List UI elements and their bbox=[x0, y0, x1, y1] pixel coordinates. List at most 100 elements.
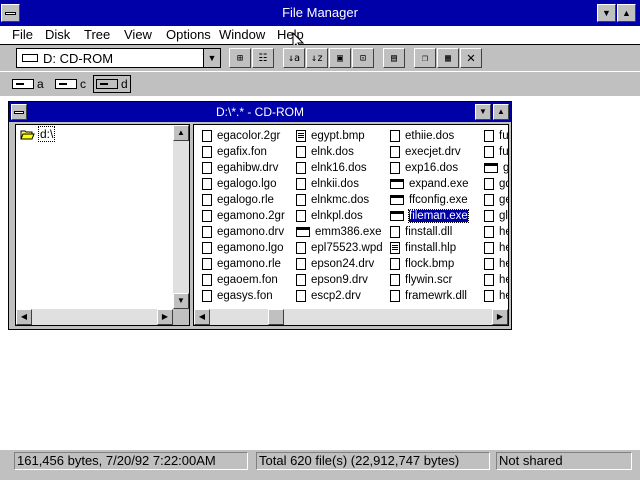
file-item[interactable]: elnk16.dos bbox=[296, 160, 383, 176]
drive-a[interactable]: a bbox=[12, 76, 44, 92]
menu-view[interactable]: View bbox=[124, 27, 152, 42]
copy-button[interactable]: ❐ bbox=[414, 48, 436, 68]
file-name: emm386.exe bbox=[315, 226, 382, 238]
delete-button[interactable]: ✕ bbox=[460, 48, 482, 68]
file-item[interactable]: egahibw.drv bbox=[202, 160, 285, 176]
drive-d[interactable]: d bbox=[93, 75, 131, 93]
file-icon bbox=[202, 210, 212, 222]
move-button[interactable]: ▦ bbox=[437, 48, 459, 68]
file-name: he bbox=[499, 258, 508, 270]
drive-combo[interactable]: D: CD-ROM ▼ bbox=[16, 48, 221, 68]
scroll-left-icon[interactable]: ◀ bbox=[16, 309, 32, 325]
view-name-button[interactable]: ↓a bbox=[283, 48, 305, 68]
file-item[interactable]: elnkii.dos bbox=[296, 176, 383, 192]
file-name: elnkmc.dos bbox=[311, 194, 370, 206]
menu-tree[interactable]: Tree bbox=[84, 27, 110, 42]
file-name: expand.exe bbox=[409, 178, 469, 190]
file-icon bbox=[484, 146, 494, 158]
dropdown-arrow-icon[interactable]: ▼ bbox=[203, 49, 220, 67]
file-item[interactable]: he bbox=[484, 224, 508, 240]
file-item[interactable]: he bbox=[484, 272, 508, 288]
menu-window[interactable]: Window bbox=[219, 27, 265, 42]
sort-name-button[interactable]: ▣ bbox=[329, 48, 351, 68]
file-item[interactable]: ge bbox=[484, 192, 508, 208]
menu-file[interactable]: File bbox=[12, 27, 33, 42]
file-item[interactable]: he bbox=[484, 256, 508, 272]
sort-type-button[interactable]: ⊡ bbox=[352, 48, 374, 68]
disconnect-drive-button[interactable]: ☷ bbox=[252, 48, 274, 68]
file-item[interactable]: egalogo.rle bbox=[202, 192, 285, 208]
scroll-thumb[interactable] bbox=[268, 309, 284, 325]
file-item[interactable]: egamono.2gr bbox=[202, 208, 285, 224]
file-item[interactable]: expand.exe bbox=[390, 176, 468, 192]
file-item[interactable]: flock.bmp bbox=[390, 256, 468, 272]
scroll-right-icon[interactable]: ▶ bbox=[492, 309, 508, 325]
file-item[interactable]: egasys.fon bbox=[202, 288, 285, 304]
file-item[interactable]: egacolor.2gr bbox=[202, 128, 285, 144]
file-icon bbox=[296, 162, 306, 174]
tree-root-item[interactable]: d:\ bbox=[20, 126, 56, 142]
file-name: fileman.exe bbox=[408, 209, 469, 223]
file-item[interactable]: epl75523.wpd bbox=[296, 240, 383, 256]
file-item[interactable]: finstall.dll bbox=[390, 224, 468, 240]
minimize-icon: ▼ bbox=[479, 107, 487, 116]
file-item[interactable]: ethiie.dos bbox=[390, 128, 468, 144]
file-item[interactable]: fuji bbox=[484, 128, 508, 144]
file-item[interactable]: escp2.drv bbox=[296, 288, 383, 304]
new-window-button[interactable]: ▤ bbox=[383, 48, 405, 68]
maximize-button[interactable]: ▲ bbox=[617, 4, 636, 22]
file-item[interactable]: glc bbox=[484, 208, 508, 224]
file-item[interactable]: gd bbox=[484, 176, 508, 192]
file-item[interactable]: egalogo.lgo bbox=[202, 176, 285, 192]
file-item[interactable]: egafix.fon bbox=[202, 144, 285, 160]
file-item[interactable]: he bbox=[484, 240, 508, 256]
file-item[interactable]: elnkpl.dos bbox=[296, 208, 383, 224]
scroll-right-icon[interactable]: ▶ bbox=[157, 309, 173, 325]
drive-letter: a bbox=[37, 77, 44, 91]
file-item[interactable]: fuji bbox=[484, 144, 508, 160]
file-name: execjet.drv bbox=[405, 146, 461, 158]
maximize-icon: ▲ bbox=[497, 107, 505, 116]
file-icon bbox=[202, 290, 212, 302]
file-item[interactable]: emm386.exe bbox=[296, 224, 383, 240]
file-item[interactable]: finstall.hlp bbox=[390, 240, 468, 256]
tree-vertical-scrollbar[interactable]: ▲ ▼ bbox=[173, 125, 189, 309]
scroll-down-icon[interactable]: ▼ bbox=[173, 293, 189, 309]
file-item[interactable]: egamono.drv bbox=[202, 224, 285, 240]
menu-disk[interactable]: Disk bbox=[45, 27, 70, 42]
file-item[interactable]: execjet.drv bbox=[390, 144, 468, 160]
file-item[interactable]: elnkmc.dos bbox=[296, 192, 383, 208]
status-selection: 161,456 bytes, 7/20/92 7:22:00AM bbox=[14, 452, 248, 470]
file-name: epson24.drv bbox=[311, 258, 375, 270]
file-item[interactable]: flywin.scr bbox=[390, 272, 468, 288]
file-item[interactable]: gd bbox=[484, 160, 508, 176]
file-item[interactable]: epson9.drv bbox=[296, 272, 383, 288]
file-name: glc bbox=[499, 210, 508, 222]
child-maximize-button[interactable]: ▲ bbox=[493, 104, 509, 120]
file-item[interactable]: ffconfig.exe bbox=[390, 192, 468, 208]
file-item[interactable]: egamono.rle bbox=[202, 256, 285, 272]
child-minimize-button[interactable]: ▼ bbox=[475, 104, 491, 120]
cdrom-drive-icon bbox=[22, 54, 38, 62]
tree-pane: d:\ ▲ ▼ ◀ ▶ bbox=[15, 124, 190, 326]
view-details-button[interactable]: ↓z bbox=[306, 48, 328, 68]
program-icon bbox=[390, 211, 404, 221]
file-item[interactable]: exp16.dos bbox=[390, 160, 468, 176]
file-item[interactable]: egypt.bmp bbox=[296, 128, 383, 144]
scroll-left-icon[interactable]: ◀ bbox=[194, 309, 210, 325]
drive-c[interactable]: c bbox=[55, 76, 86, 92]
file-item[interactable]: he bbox=[484, 288, 508, 304]
menu-options[interactable]: Options bbox=[166, 27, 211, 42]
document-icon bbox=[296, 130, 306, 142]
file-horizontal-scrollbar[interactable]: ◀ ▶ bbox=[194, 309, 508, 325]
file-item[interactable]: elnk.dos bbox=[296, 144, 383, 160]
file-item[interactable]: egaoem.fon bbox=[202, 272, 285, 288]
file-item[interactable]: egamono.lgo bbox=[202, 240, 285, 256]
scroll-up-icon[interactable]: ▲ bbox=[173, 125, 189, 141]
connect-drive-button[interactable]: ⊞ bbox=[229, 48, 251, 68]
minimize-button[interactable]: ▼ bbox=[597, 4, 616, 22]
tree-horizontal-scrollbar[interactable]: ◀ ▶ bbox=[16, 309, 173, 325]
file-item[interactable]: fileman.exe bbox=[390, 208, 469, 224]
file-item[interactable]: epson24.drv bbox=[296, 256, 383, 272]
file-item[interactable]: framewrk.dll bbox=[390, 288, 468, 304]
